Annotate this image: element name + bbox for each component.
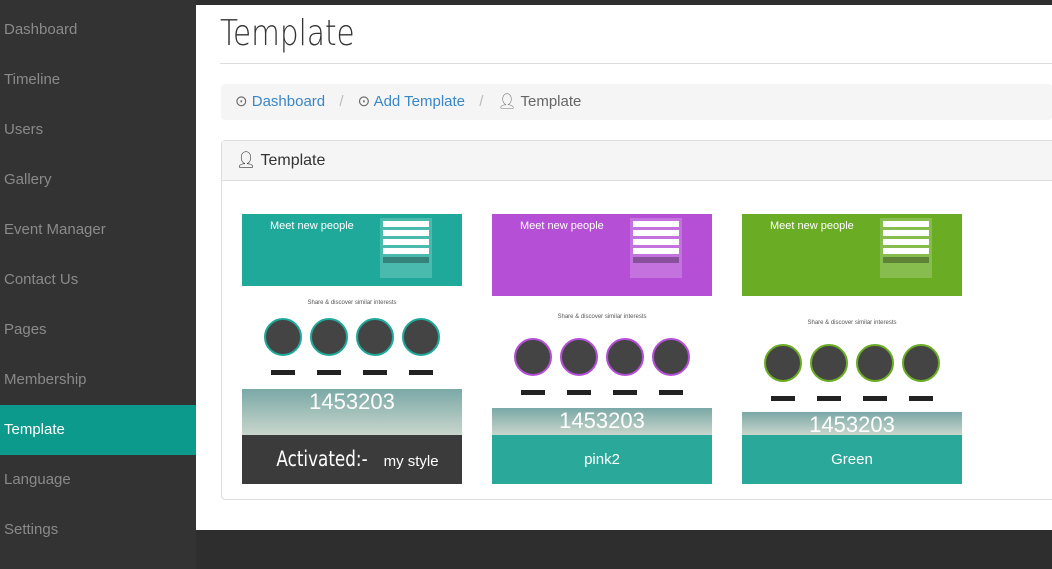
preview-button — [363, 370, 387, 375]
template-name: pink2 — [584, 451, 620, 468]
sidebar-item-label: Membership — [4, 371, 87, 388]
dashboard-icon: ⊙ — [235, 93, 248, 110]
sidebar-item-gallery[interactable]: Gallery — [0, 155, 196, 205]
preview-button — [271, 370, 295, 375]
sidebar-item-users[interactable]: Users — [0, 105, 196, 155]
sidebar-item-label: Users — [4, 121, 44, 138]
sidebar-item-label: Dashboard — [4, 21, 78, 38]
sidebar-item-label: Pages — [4, 321, 47, 338]
share-text: Share & discover similar interests — [307, 300, 397, 306]
breadcrumb-separator: / — [479, 93, 484, 110]
user-icon: 👤︎ — [236, 152, 257, 169]
preview-circle-image — [764, 344, 802, 382]
breadcrumb-add-template[interactable]: Add Template — [374, 93, 465, 110]
template-name: my style — [383, 453, 439, 470]
preview-button — [659, 390, 683, 395]
counter-text: 1453203 — [559, 408, 645, 433]
template-card[interactable]: Meet new people Share & discover similar … — [242, 214, 462, 484]
breadcrumb-current: Template — [520, 93, 582, 110]
preview-button — [863, 396, 887, 401]
hero-text: Meet new people — [770, 220, 854, 232]
preview-button — [909, 396, 933, 401]
sidebar-item-label: Timeline — [4, 71, 61, 88]
template-preview-hero: Meet new people — [492, 214, 712, 296]
hero-text: Meet new people — [520, 220, 604, 232]
share-text: Share & discover similar interests — [807, 320, 897, 326]
preview-button — [521, 390, 545, 395]
breadcrumb-dashboard[interactable]: Dashboard — [252, 93, 325, 110]
preview-counter-section: 1453203 — [742, 412, 962, 437]
template-label: pink2 — [492, 435, 712, 484]
panel-header: 👤︎ Template — [222, 141, 1052, 181]
main-content: Template ⊙ Dashboard / ⊙ Add Template / … — [196, 5, 1052, 530]
preview-button — [409, 370, 433, 375]
preview-circle-image — [310, 318, 348, 356]
sidebar-item-event-manager[interactable]: Event Manager — [0, 205, 196, 255]
sidebar-item-label: Gallery — [4, 171, 52, 188]
preview-circle-image — [264, 318, 302, 356]
sidebar-item-template[interactable]: Template — [0, 405, 196, 455]
template-label: Activated:- my style — [242, 435, 462, 484]
sidebar-item-contact-us[interactable]: Contact Us — [0, 255, 196, 305]
counter-text: 1453203 — [309, 389, 395, 414]
preview-circle-image — [606, 338, 644, 376]
preview-circle-image — [356, 318, 394, 356]
preview-circle-image — [560, 338, 598, 376]
activated-prefix: Activated:- — [276, 447, 369, 471]
preview-counter-section: 1453203 — [242, 389, 462, 435]
preview-circle-image — [810, 344, 848, 382]
sidebar-item-membership[interactable]: Membership — [0, 355, 196, 405]
sidebar-item-label: Language — [4, 471, 71, 488]
preview-button — [771, 396, 795, 401]
panel-title: Template — [260, 152, 326, 169]
preview-circle-image — [902, 344, 940, 382]
sidebar-item-label: Contact Us — [4, 271, 79, 288]
divider — [220, 63, 1052, 64]
sidebar-item-settings[interactable]: Settings — [0, 505, 196, 555]
template-label: Green — [742, 435, 962, 484]
sidebar-item-language[interactable]: Language — [0, 455, 196, 505]
breadcrumb-separator: / — [339, 93, 344, 110]
preview-circle-image — [652, 338, 690, 376]
sidebar-item-timeline[interactable]: Timeline — [0, 55, 196, 105]
signup-form-preview — [880, 218, 932, 278]
preview-counter-section: 1453203 — [492, 408, 712, 435]
preview-circle-image — [856, 344, 894, 382]
sidebar-item-label: Template — [4, 421, 65, 438]
template-card[interactable]: Meet new people Share & discover similar … — [742, 214, 962, 484]
preview-circle-image — [402, 318, 440, 356]
hero-text: Meet new people — [270, 220, 354, 232]
user-icon: 👤︎ — [497, 93, 517, 110]
sidebar-item-label: Settings — [4, 521, 59, 538]
dashboard-icon: ⊙ — [357, 93, 371, 110]
template-name: Green — [831, 451, 873, 468]
sidebar-item-pages[interactable]: Pages — [0, 305, 196, 355]
template-preview-hero: Meet new people — [242, 214, 462, 286]
preview-button — [817, 396, 841, 401]
sidebar-item-label: Event Manager — [4, 221, 106, 238]
preview-circle-image — [514, 338, 552, 376]
share-text: Share & discover similar interests — [557, 314, 647, 320]
counter-text: 1453203 — [809, 412, 895, 437]
signup-form-preview — [630, 218, 682, 278]
page-title: Template — [220, 13, 355, 54]
preview-button — [567, 390, 591, 395]
preview-button — [613, 390, 637, 395]
signup-form-preview — [380, 218, 432, 278]
preview-button — [317, 370, 341, 375]
sidebar-item-dashboard[interactable]: Dashboard — [0, 5, 196, 55]
template-preview-hero: Meet new people — [742, 214, 962, 296]
breadcrumb: ⊙ Dashboard / ⊙ Add Template / 👤︎ Templa… — [221, 84, 1052, 120]
template-card[interactable]: Meet new people Share & discover similar … — [492, 214, 712, 484]
sidebar: Dashboard Timeline Users Gallery Event Manag… — [0, 0, 196, 569]
